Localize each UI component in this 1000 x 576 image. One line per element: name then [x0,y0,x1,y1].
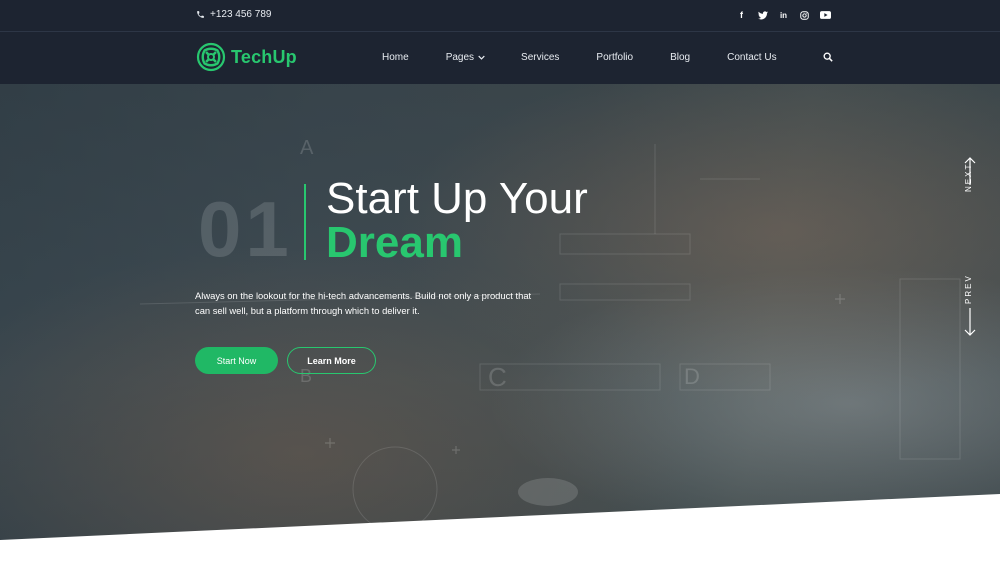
brand-name: TechUp [231,46,297,67]
phone-contact[interactable]: +123 456 789 [196,9,271,20]
nav-home[interactable]: Home [382,52,409,63]
youtube-icon[interactable] [820,9,831,21]
twitter-icon[interactable] [757,9,768,21]
linkedin-icon[interactable]: in [778,9,789,21]
main-navbar: TechUp Home Pages Services Portfolio Blo… [0,32,1000,84]
phone-number: +123 456 789 [210,9,272,20]
section-divider-slant [0,494,1000,576]
nav-blog[interactable]: Blog [670,52,690,63]
social-links: f in [736,9,831,21]
search-icon[interactable] [823,52,833,62]
nav-home-label: Home [382,52,409,63]
nav-portfolio-label: Portfolio [596,52,634,63]
nav-pages[interactable]: Pages [446,52,485,63]
nav-blog-label: Blog [670,52,691,63]
hero-section: A B C D 01 Start Up Your Dream Always on… [0,84,1000,576]
brand-logo[interactable]: TechUp [196,42,297,72]
main-menu: Home Pages Services Portfolio Blog Conta… [382,52,777,63]
nav-services[interactable]: Services [521,52,559,63]
instagram-icon[interactable] [799,9,810,21]
nav-services-label: Services [521,52,560,63]
facebook-icon[interactable]: f [736,9,747,21]
top-bar: +123 456 789 f in [0,0,1000,32]
nav-pages-label: Pages [445,52,475,63]
phone-icon [197,11,204,18]
nav-portfolio[interactable]: Portfolio [596,52,633,63]
techup-logo-icon [196,42,226,72]
nav-contact-label: Contact Us [727,52,777,63]
nav-contact[interactable]: Contact Us [727,52,776,63]
chevron-down-icon [478,55,485,60]
